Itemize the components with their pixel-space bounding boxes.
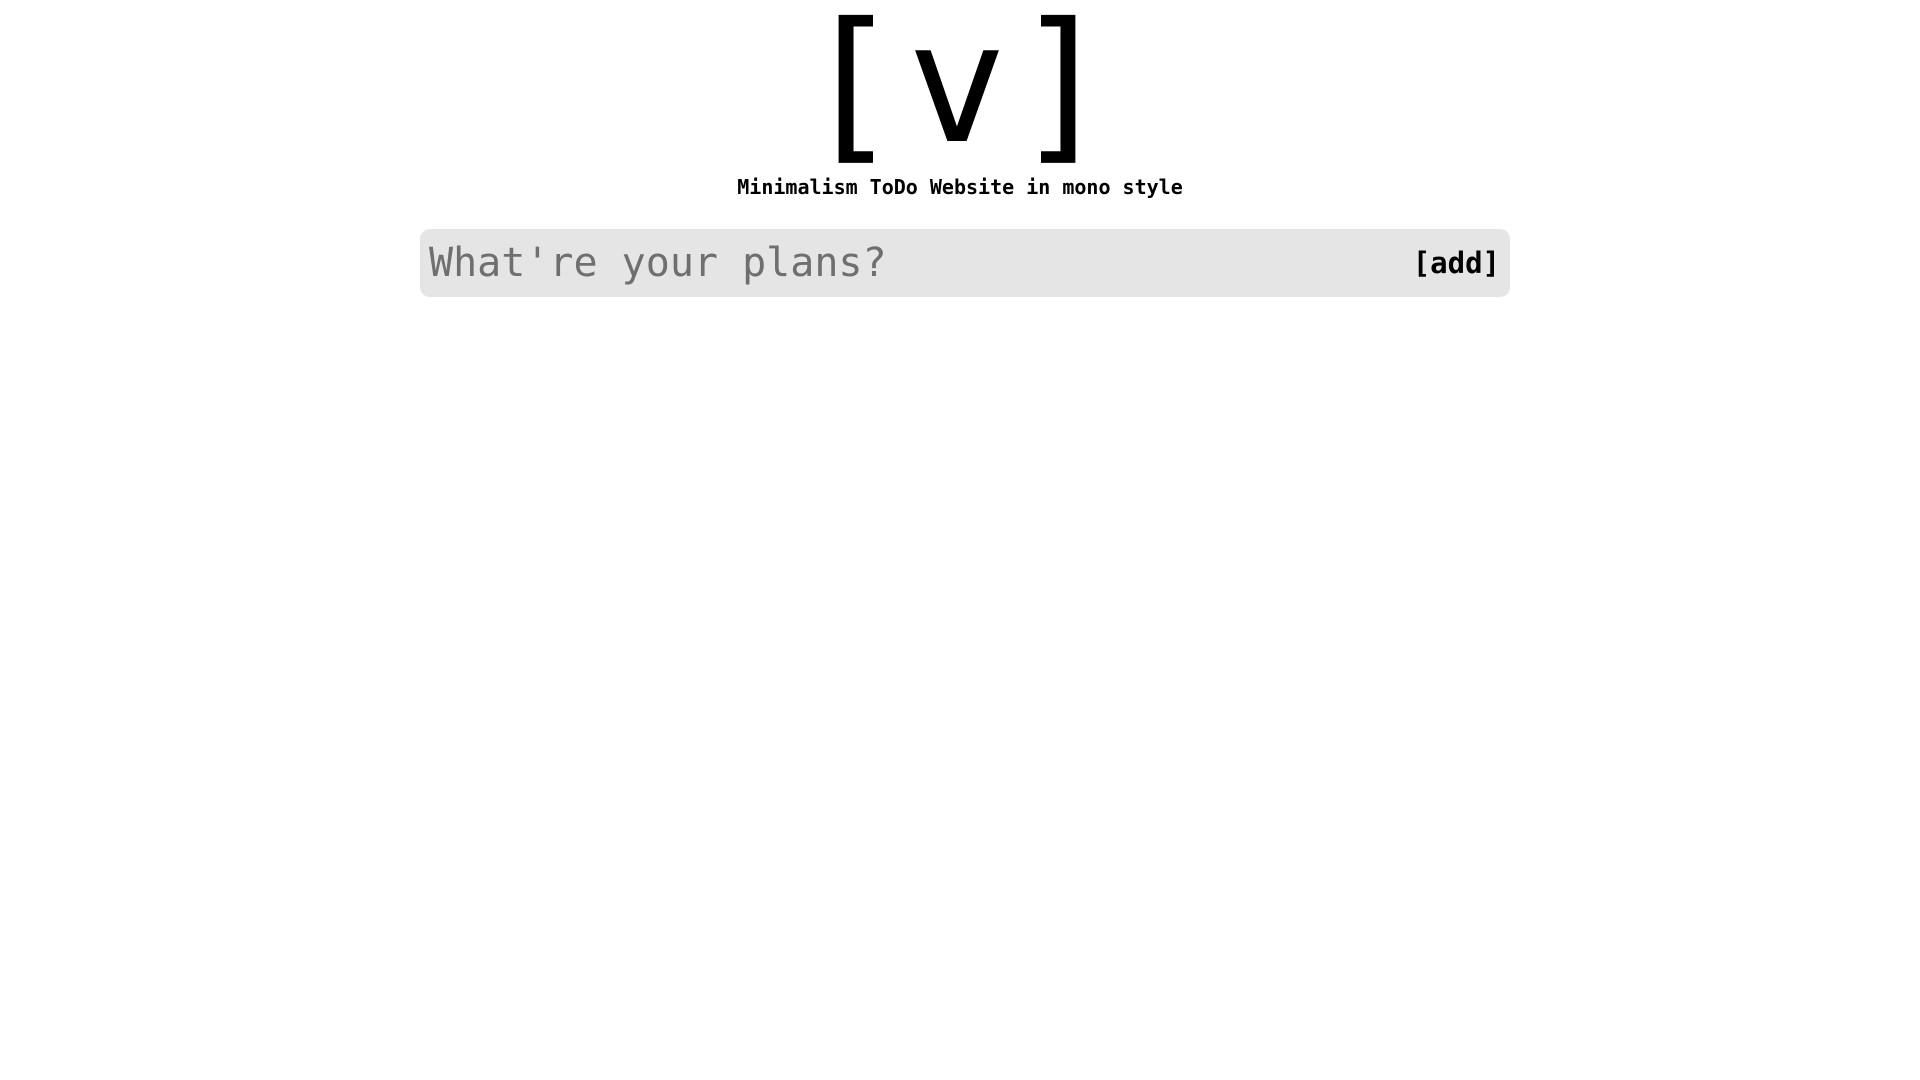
page: [v] Minimalism ToDo Website in mono styl…	[0, 0, 1920, 1080]
add-button[interactable]: [add]	[1413, 229, 1500, 297]
tagline: Minimalism ToDo Website in mono style	[737, 175, 1183, 199]
new-task-input[interactable]	[429, 229, 1379, 297]
new-task-bar: [add]	[420, 229, 1510, 297]
logo: [v]	[801, 0, 1119, 181]
